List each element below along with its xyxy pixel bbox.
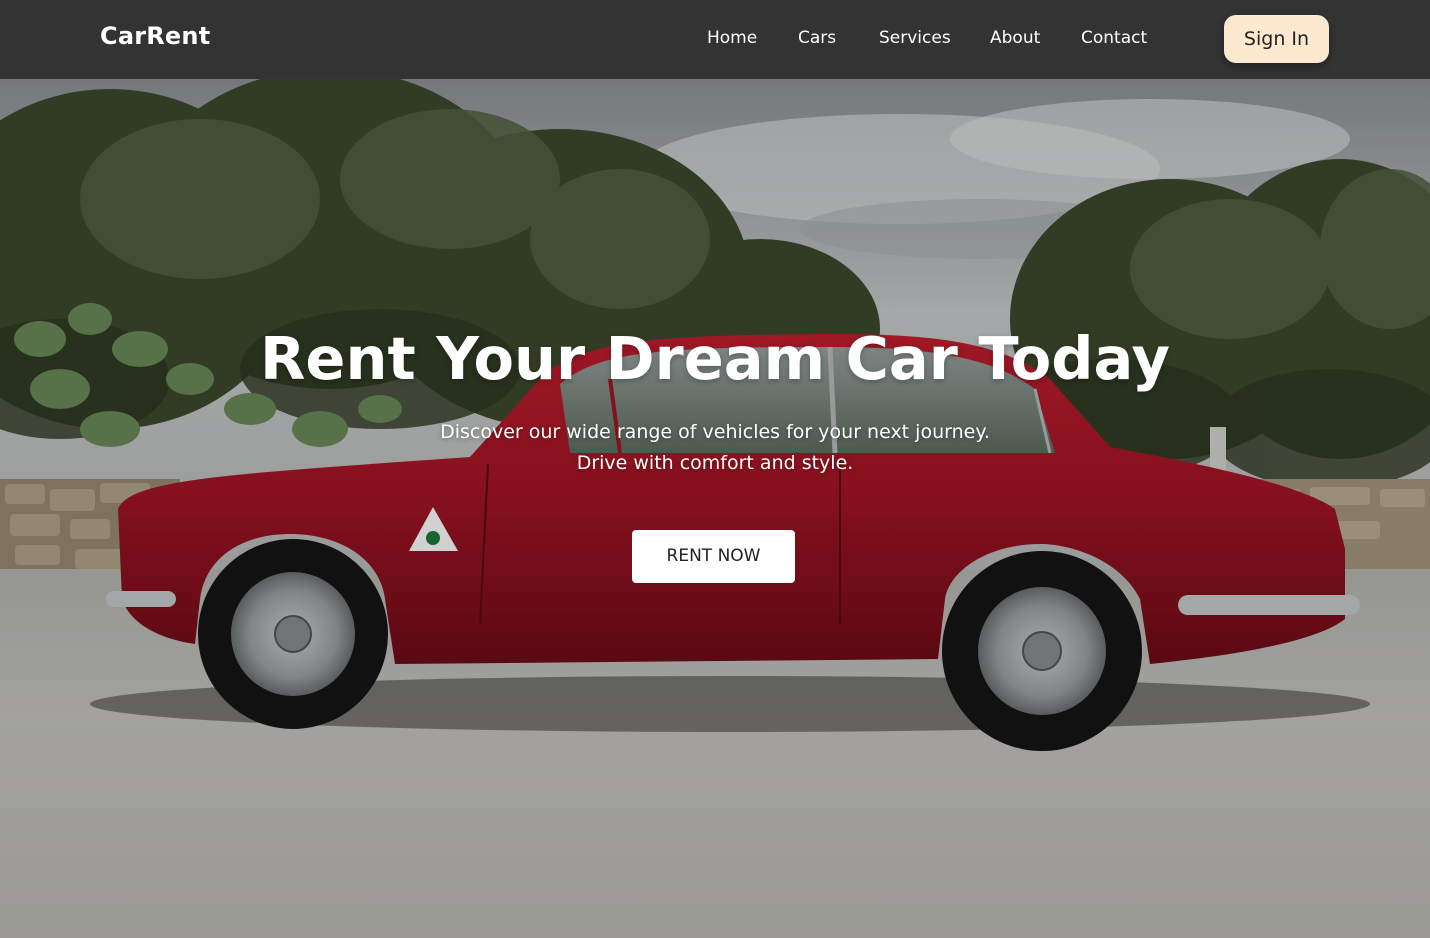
top-navbar: CarRent Home Cars Services About Contact…: [0, 0, 1430, 79]
hero-title: Rent Your Dream Car Today: [260, 324, 1170, 393]
hero-subtitle-line2: Drive with comfort and style.: [576, 452, 854, 474]
nav-link-cars[interactable]: Cars: [798, 28, 836, 48]
nav-link-home[interactable]: Home: [707, 28, 757, 48]
nav-link-contact[interactable]: Contact: [1081, 28, 1147, 48]
nav-link-about[interactable]: About: [990, 28, 1040, 48]
hero-subtitle-line1: Discover our wide range of vehicles for …: [440, 421, 990, 443]
hero-dark-overlay: [0, 79, 1430, 938]
nav-links: Home Cars Services About Contact: [0, 28, 1430, 52]
hero-section: Rent Your Dream Car Today Discover our w…: [0, 79, 1430, 938]
rent-now-button[interactable]: RENT NOW: [632, 530, 795, 583]
nav-link-services[interactable]: Services: [879, 28, 951, 48]
sign-in-button[interactable]: Sign In: [1224, 15, 1329, 63]
